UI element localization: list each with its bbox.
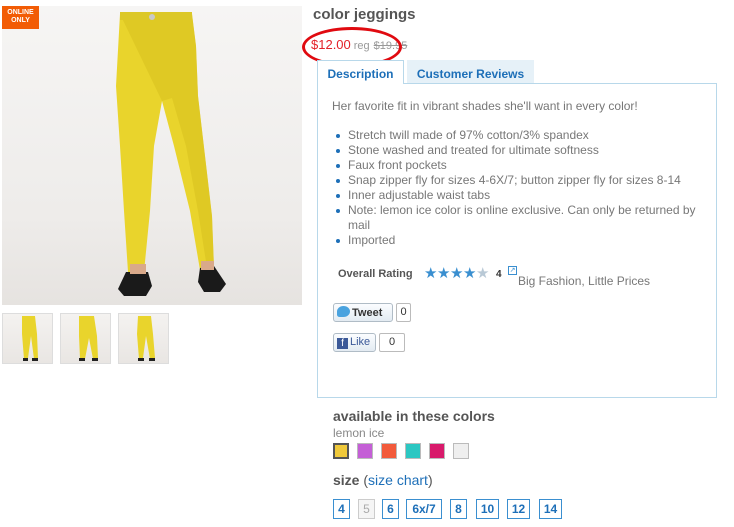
size-option-14[interactable]: 14 [539,499,562,519]
tab-customer-reviews[interactable]: Customer Reviews [407,60,534,83]
feature-item: Faux front pockets [333,158,698,173]
color-swatch[interactable] [453,443,469,459]
selected-color-name: lemon ice [333,426,385,440]
size-label: size [333,472,360,488]
badge-line-1: ONLINE [7,9,34,16]
rating-stars: ★★★★★ [424,265,490,282]
rating-value: 4 [496,269,502,280]
feature-item: Stretch twill made of 97% cotton/3% span… [333,128,698,143]
size-option-5-unavailable: 5 [358,499,375,519]
external-link-icon[interactable]: ↗ [508,266,517,275]
size-option-4[interactable]: 4 [333,499,350,519]
colors-heading: available in these colors [333,408,495,424]
like-count: 0 [379,333,405,352]
star-empty-icon: ★ [476,265,490,282]
size-chart-link[interactable]: size chart [368,472,428,488]
color-swatch-selected[interactable] [333,443,349,459]
online-only-badge: ONLINE ONLY [2,6,39,29]
star-icon: ★ [463,265,477,282]
thumbnail-side-image [79,316,98,361]
tweet-count: 0 [396,303,411,322]
feature-item: Stone washed and treated for ultimate so… [333,143,698,158]
feature-item: Inner adjustable waist tabs [333,188,698,203]
facebook-icon: f [337,338,348,349]
product-main-image[interactable]: ONLINE ONLY [2,6,302,305]
thumbnail-2[interactable] [60,313,111,364]
feature-item: Imported [333,233,698,248]
tab-description[interactable]: Description [317,60,404,84]
star-icon: ★ [437,265,451,282]
twitter-bird-icon [337,306,350,317]
like-label: Like [350,336,371,348]
color-swatch[interactable] [405,443,421,459]
thumbnail-3[interactable] [118,313,169,364]
description-intro: Her favorite fit in vibrant shades she'l… [332,99,638,113]
thumbnail-back-image [137,316,155,361]
feature-list: Stretch twill made of 97% cotton/3% span… [333,128,698,248]
tweet-label: Tweet [352,307,383,319]
tweet-button[interactable]: Tweet [333,303,393,322]
size-option-10[interactable]: 10 [476,499,499,519]
color-swatch[interactable] [381,443,397,459]
jeggings-illustration [116,12,226,296]
review-headline: Big Fashion, Little Prices [518,274,651,288]
overall-rating-label: Overall Rating [338,268,413,280]
paren-close: ) [427,472,433,488]
feature-item: Snap zipper fly for sizes 4-6X/7; button… [333,173,698,188]
size-heading: size (size chart) [333,472,433,488]
color-swatch[interactable] [357,443,373,459]
facebook-like-button[interactable]: f Like [333,333,376,352]
feature-item: Note: lemon ice color is online exclusiv… [333,203,698,233]
size-option-6x7[interactable]: 6x/7 [406,499,442,519]
color-swatch[interactable] [429,443,445,459]
size-option-8[interactable]: 8 [450,499,467,519]
size-option-12[interactable]: 12 [507,499,530,519]
size-option-6[interactable]: 6 [382,499,399,519]
product-title: color jeggings [313,6,416,23]
thumbnail-front-image [22,316,38,361]
star-icon: ★ [450,265,464,282]
star-icon: ★ [424,265,438,282]
badge-line-2: ONLY [11,17,30,24]
thumbnail-1[interactable] [2,313,53,364]
